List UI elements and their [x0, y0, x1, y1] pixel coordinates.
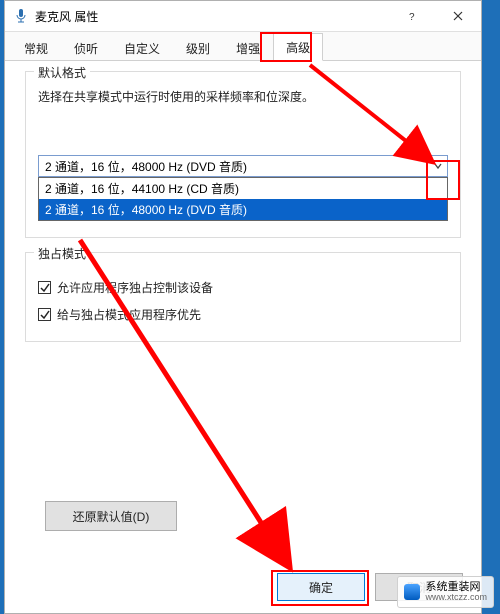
tab-listen[interactable]: 侦听 [61, 34, 111, 61]
tab-content: 默认格式 选择在共享模式中运行时使用的采样频率和位深度。 2 通道，16 位，4… [5, 61, 481, 342]
checkbox-icon [38, 281, 51, 294]
default-format-group: 默认格式 选择在共享模式中运行时使用的采样频率和位深度。 2 通道，16 位，4… [25, 71, 461, 238]
watermark-logo-icon [404, 584, 420, 600]
tab-general[interactable]: 常规 [11, 34, 61, 61]
tab-advanced[interactable]: 高级 [273, 33, 323, 61]
format-combobox[interactable]: 2 通道，16 位，48000 Hz (DVD 音质) 2 通道，16 位，44… [38, 155, 448, 177]
chevron-down-icon[interactable] [429, 156, 447, 176]
titlebar: 麦克风 属性 ? [5, 1, 481, 32]
microphone-icon [13, 8, 29, 24]
watermark-url: www.xtczz.com [425, 593, 487, 603]
restore-defaults-button[interactable]: 还原默认值(D) [45, 501, 177, 531]
watermark: 系统重装网 www.xtczz.com [397, 576, 494, 608]
format-dropdown: 2 通道，16 位，44100 Hz (CD 音质) 2 通道，16 位，480… [38, 177, 448, 221]
format-selected: 2 通道，16 位，48000 Hz (DVD 音质) [39, 158, 429, 175]
help-button[interactable]: ? [389, 1, 435, 31]
format-option[interactable]: 2 通道，16 位，44100 Hz (CD 音质) [39, 178, 447, 199]
checkbox-icon [38, 308, 51, 321]
ok-button[interactable]: 确定 [277, 573, 365, 601]
exclusive-allow-row[interactable]: 允许应用程序独占控制该设备 [38, 279, 448, 296]
exclusive-allow-label: 允许应用程序独占控制该设备 [57, 279, 213, 296]
tab-levels[interactable]: 级别 [173, 34, 223, 61]
window-title: 麦克风 属性 [35, 8, 389, 25]
tab-bar: 常规 侦听 自定义 级别 增强 高级 [5, 32, 481, 61]
default-format-desc: 选择在共享模式中运行时使用的采样频率和位深度。 [38, 88, 448, 105]
tab-custom[interactable]: 自定义 [111, 34, 173, 61]
close-button[interactable] [435, 1, 481, 31]
exclusive-priority-label: 给与独占模式应用程序优先 [57, 306, 201, 323]
exclusive-mode-legend: 独占模式 [34, 245, 90, 262]
tab-enhance[interactable]: 增强 [223, 34, 273, 61]
exclusive-mode-group: 独占模式 允许应用程序独占控制该设备 给与独占模式应用程序优先 [25, 252, 461, 342]
format-option[interactable]: 2 通道，16 位，48000 Hz (DVD 音质) [39, 199, 447, 220]
default-format-legend: 默认格式 [34, 64, 90, 81]
svg-text:?: ? [409, 12, 415, 21]
properties-dialog: 麦克风 属性 ? 常规 侦听 自定义 级别 增强 高级 默认格式 选择在共享模式… [4, 0, 482, 614]
exclusive-priority-row[interactable]: 给与独占模式应用程序优先 [38, 306, 448, 323]
